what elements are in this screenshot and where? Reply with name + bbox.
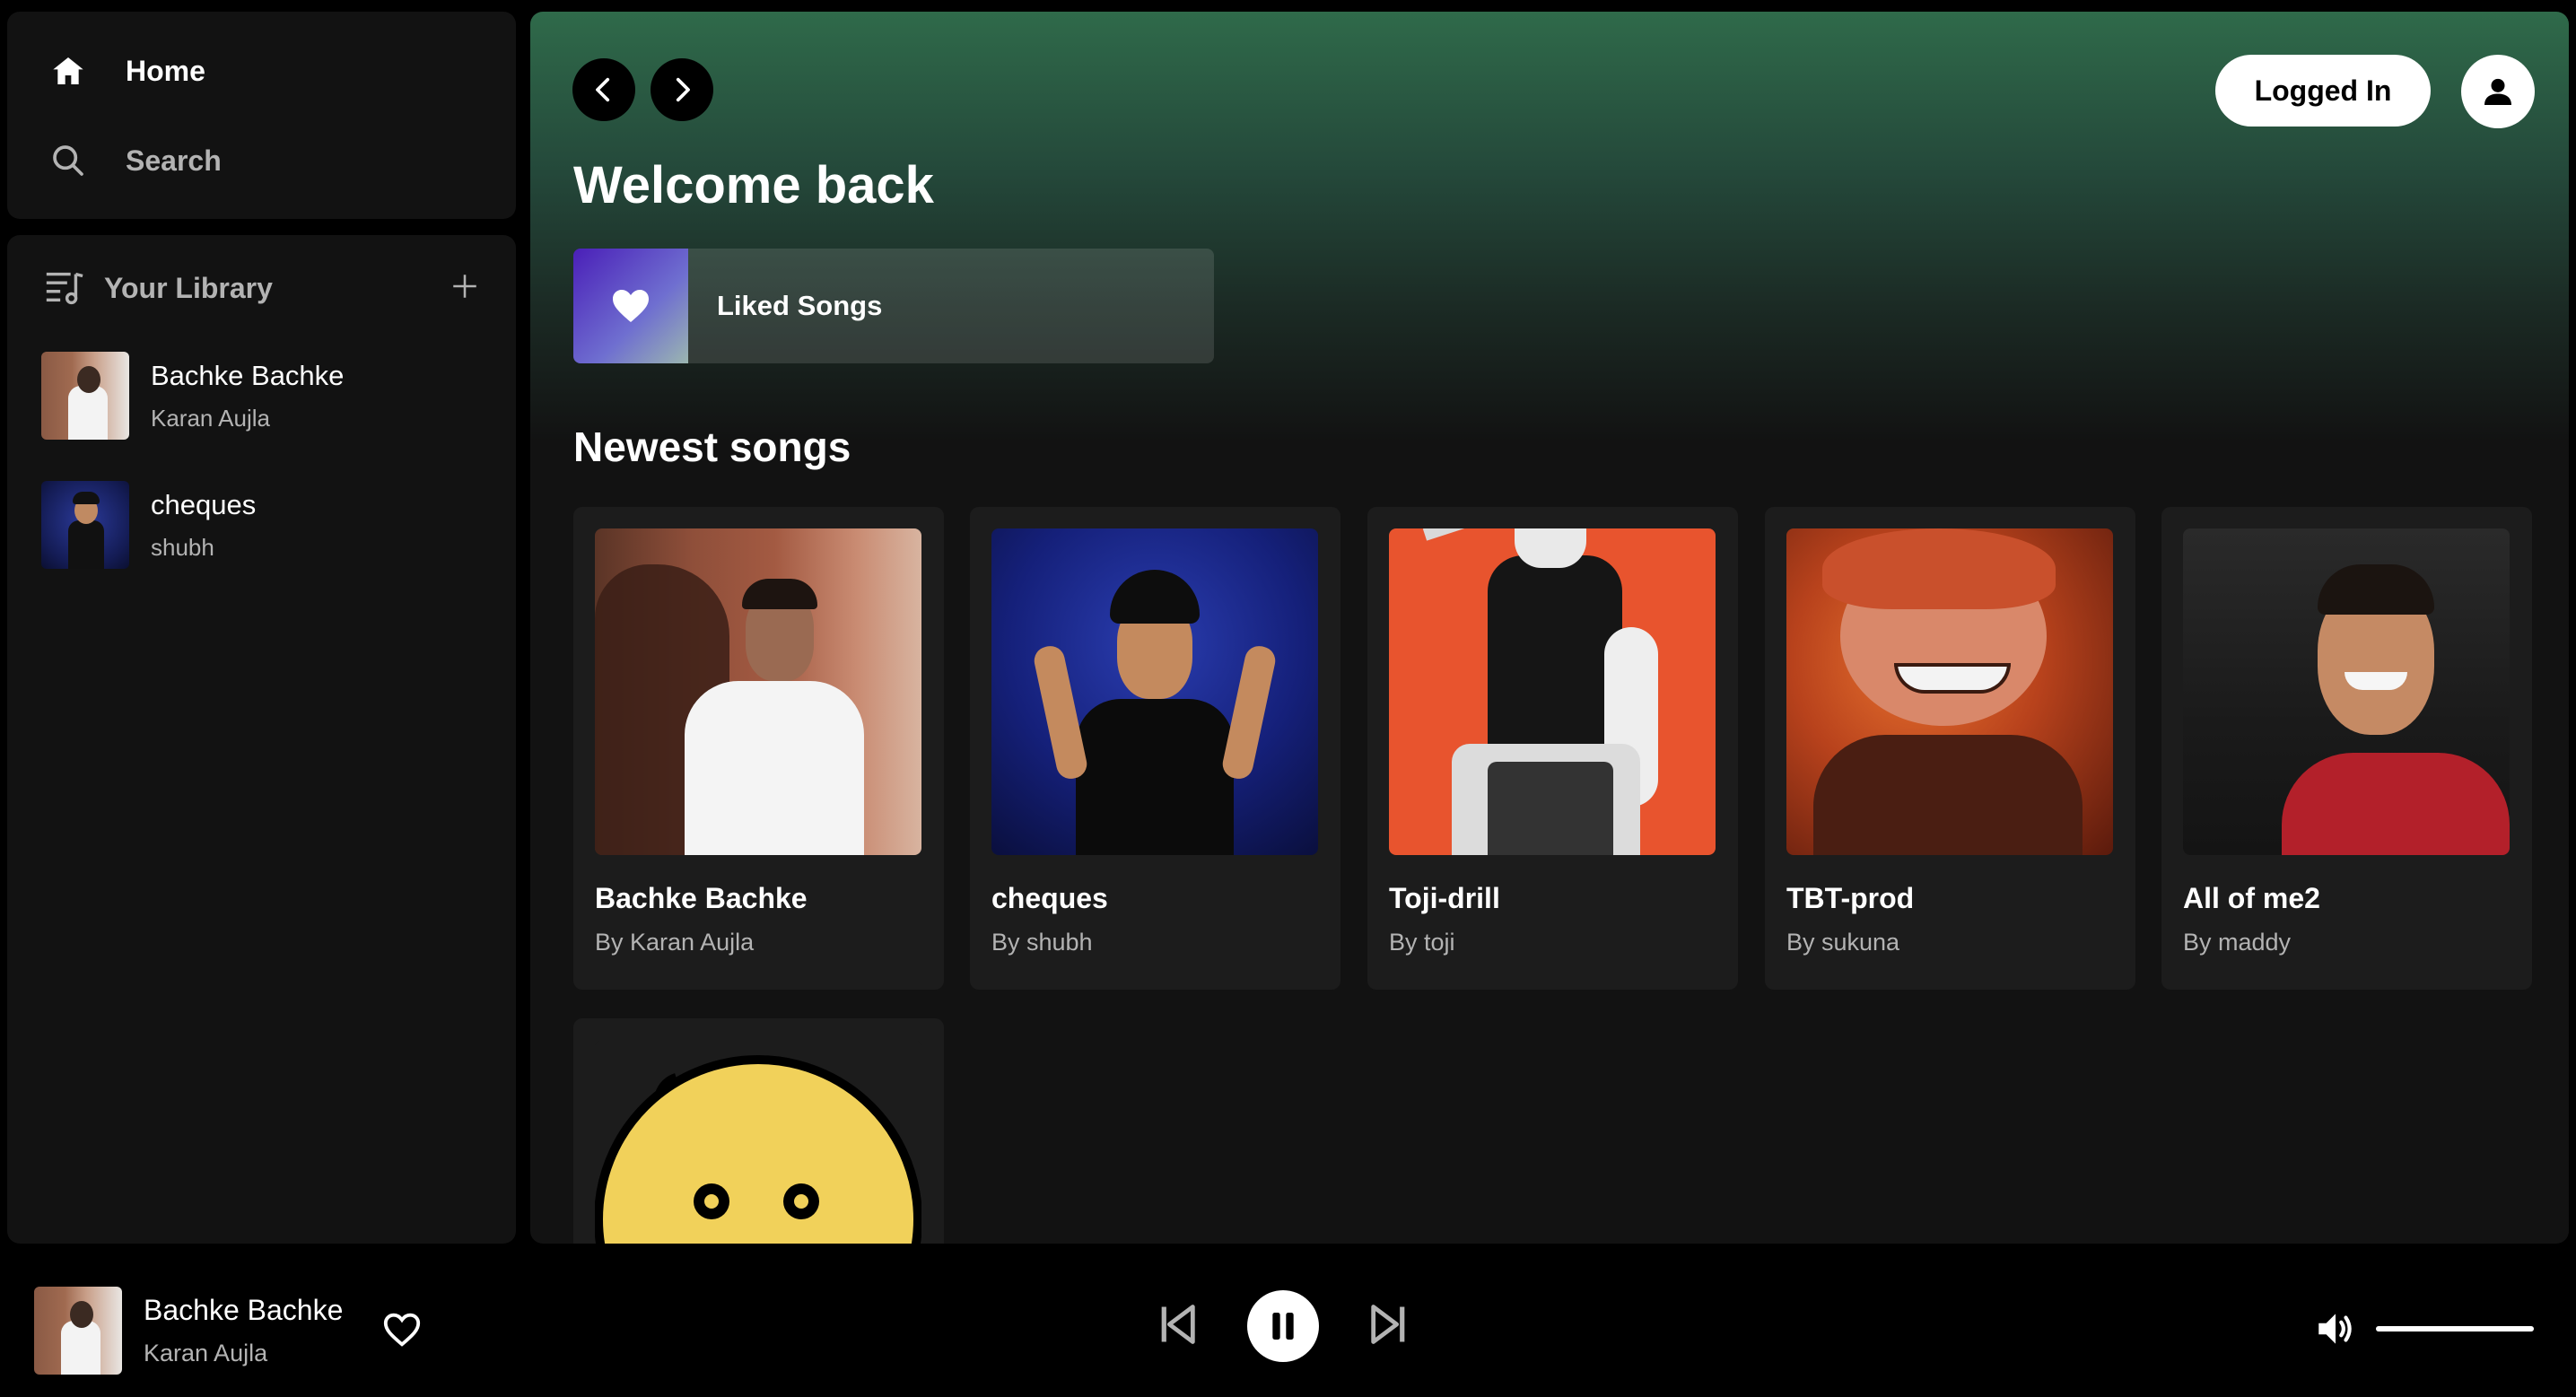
song-card-title: All of me2 <box>2183 882 2320 914</box>
now-playing-title: Bachke Bachke <box>144 1294 344 1326</box>
nav-search[interactable]: Search <box>43 134 222 188</box>
song-card[interactable]: cheques By shubh <box>970 507 1340 990</box>
song-card-art <box>1786 528 2113 855</box>
player-bar: Bachke Bachke Karan Aujla <box>0 1244 2576 1397</box>
nav-home-label: Home <box>126 54 205 87</box>
library-item-thumbnail <box>41 352 129 440</box>
song-card[interactable]: Toji-drill By toji <box>1367 507 1738 990</box>
song-card-artist: By Karan Aujla <box>595 929 755 956</box>
song-card-art <box>1389 528 1716 855</box>
library-item-thumbnail <box>41 481 129 569</box>
home-icon <box>43 46 93 96</box>
library-item[interactable]: Bachke Bachke Karan Aujla <box>41 352 344 440</box>
library-label[interactable]: Your Library <box>104 272 450 305</box>
library-panel: Your Library Bachke Bachke Karan Aujla c… <box>7 235 516 1244</box>
like-button[interactable] <box>380 1308 424 1351</box>
now-playing: Bachke Bachke Karan Aujla <box>34 1287 343 1375</box>
user-icon <box>2484 78 2511 105</box>
library-header: Your Library <box>43 257 480 319</box>
sidebar-nav: Home Search <box>7 12 516 219</box>
liked-songs-tile[interactable]: Liked Songs <box>573 249 1214 363</box>
forward-button[interactable] <box>651 58 713 121</box>
emoji-face-icon <box>595 1055 921 1244</box>
song-card-title: Toji-drill <box>1389 882 1500 914</box>
now-playing-thumbnail[interactable] <box>34 1287 122 1375</box>
add-library-button[interactable] <box>450 271 480 306</box>
pause-button[interactable] <box>1247 1290 1319 1362</box>
song-card-artist: By maddy <box>2183 929 2292 956</box>
skip-previous-icon <box>1161 1305 1195 1344</box>
volume-level <box>2376 1326 2534 1332</box>
song-card[interactable]: All of me2 By maddy <box>2161 507 2532 990</box>
main-content: Logged In Welcome back Liked Songs Newes… <box>530 12 2569 1244</box>
song-card-artist: By sukuna <box>1786 929 1900 956</box>
volume-slider[interactable] <box>2376 1326 2534 1332</box>
song-card-art <box>2183 528 2510 855</box>
song-card-artist: By shubh <box>991 929 1093 956</box>
chevron-right-icon <box>676 77 690 102</box>
logged-in-button[interactable]: Logged In <box>2215 55 2431 127</box>
song-card[interactable] <box>573 1018 944 1244</box>
nav-home[interactable]: Home <box>43 44 205 98</box>
search-icon <box>43 135 93 186</box>
newest-songs-heading: Newest songs <box>573 423 851 470</box>
nav-search-label: Search <box>126 144 222 177</box>
user-avatar-button[interactable] <box>2461 55 2535 128</box>
liked-songs-label: Liked Songs <box>717 290 883 321</box>
pause-icon <box>1272 1313 1294 1340</box>
back-button[interactable] <box>572 58 635 121</box>
song-card[interactable]: TBT-prod By sukuna <box>1765 507 2135 990</box>
welcome-heading: Welcome back <box>573 156 934 214</box>
song-card[interactable]: Bachke Bachke By Karan Aujla <box>573 507 944 990</box>
next-button[interactable] <box>1366 1301 1412 1348</box>
song-card-art <box>991 528 1318 855</box>
heart-icon <box>613 290 649 322</box>
now-playing-artist: Karan Aujla <box>144 1340 268 1366</box>
library-item-artist: shubh <box>151 533 214 561</box>
liked-songs-art <box>573 249 688 363</box>
song-card-title: cheques <box>991 882 1108 914</box>
heart-outline-icon <box>383 1313 421 1347</box>
previous-button[interactable] <box>1154 1301 1201 1348</box>
skip-next-icon <box>1371 1305 1405 1344</box>
song-card-art <box>595 1040 921 1244</box>
chevron-left-icon <box>596 77 610 102</box>
library-item-title: Bachke Bachke <box>151 359 345 391</box>
library-item-artist: Karan Aujla <box>151 404 270 432</box>
library-item-title: cheques <box>151 488 257 520</box>
song-card-title: TBT-prod <box>1786 882 1915 914</box>
song-card-title: Bachke Bachke <box>595 882 808 914</box>
song-card-artist: By toji <box>1389 929 1455 956</box>
library-icon[interactable] <box>43 266 84 311</box>
library-item[interactable]: cheques shubh <box>41 481 256 569</box>
volume-icon[interactable] <box>2313 1306 2358 1356</box>
song-card-art <box>595 528 921 855</box>
